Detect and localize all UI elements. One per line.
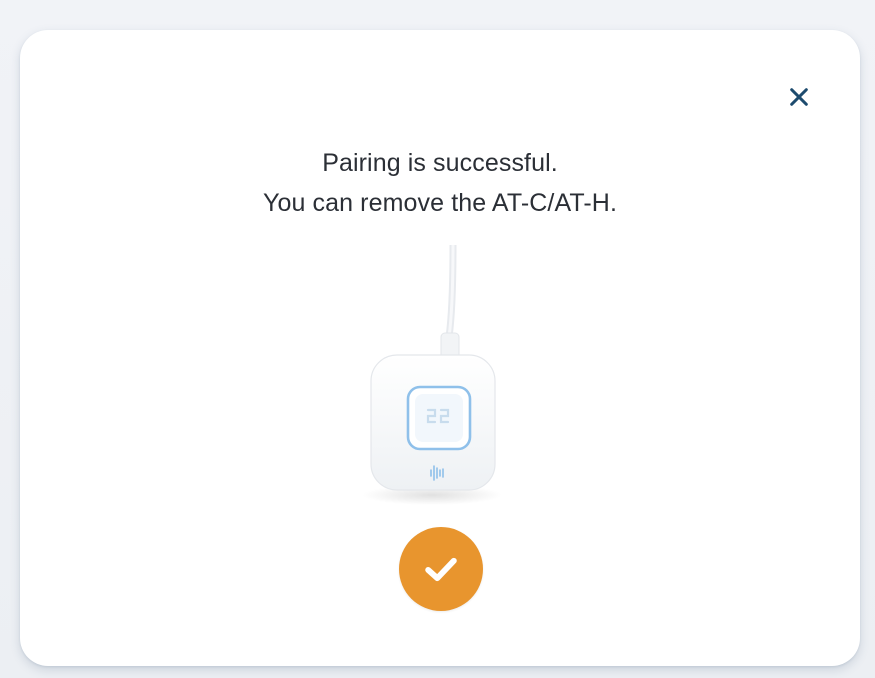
screen: Pairing is successful. You can remove th…: [0, 0, 875, 678]
message-line-1: Pairing is successful.: [322, 149, 558, 177]
hub-device-illustration: [357, 241, 507, 505]
success-message: Pairing is successful. You can remove th…: [20, 143, 860, 223]
close-button[interactable]: [784, 82, 814, 112]
success-check-badge: [399, 527, 483, 611]
checkmark-icon: [425, 557, 457, 582]
pairing-success-dialog: Pairing is successful. You can remove th…: [20, 30, 860, 666]
message-line-2: You can remove the AT-C/AT-H.: [263, 189, 617, 217]
close-icon: [790, 88, 808, 106]
